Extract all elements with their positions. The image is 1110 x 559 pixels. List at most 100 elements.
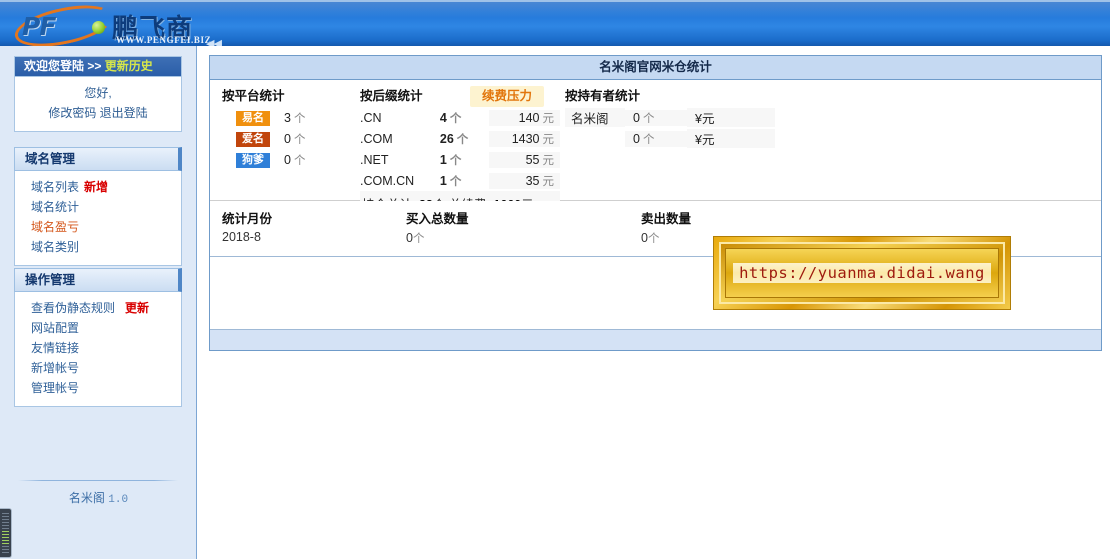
suffix-name: .CN [360, 110, 382, 125]
sidebar-item-manage-account[interactable]: 管理帐号 [15, 378, 181, 398]
suffix-fee-value: 55 [525, 152, 540, 167]
app-version: 1.0 [108, 494, 129, 506]
holder-amount-value: ¥ [695, 112, 702, 126]
sidebar-item-domain-stats[interactable]: 域名统计 [15, 197, 181, 217]
platform-stats-column: 按平台统计 易名 3个 爱名 0个 狗爹 0 个 [222, 80, 362, 170]
page-title: 名米阁官网米仓统计 [210, 56, 1101, 80]
suffix-count-unit: 个 [449, 175, 462, 188]
page-body: 欢迎您登陆 >> 更新历史 您好, 修改密码 退出登陆 域名管理 域名列表 新增 … [0, 46, 1110, 559]
change-password-link[interactable]: 修改密码 [48, 106, 96, 120]
grip-green-lines-icon [2, 531, 9, 545]
suffix-count-unit: 个 [456, 133, 469, 146]
month-header: 统计月份 [222, 212, 273, 226]
platform-count-value: 0 [284, 152, 291, 167]
platform-count: 0个 [270, 131, 330, 147]
suffix-fee-unit: 元 [542, 154, 555, 167]
platform-count-value: 3 [284, 110, 291, 125]
suffix-count: 26 个 [440, 131, 489, 147]
edge-drag-handle[interactable] [0, 508, 12, 558]
greeting-text: 您好, [84, 86, 112, 100]
suffix-fee: 140 元 [489, 109, 560, 126]
buy-total-header: 买入总数量 [406, 212, 469, 226]
suffix-name: .NET [360, 152, 389, 167]
suffix-name: .COM [360, 131, 393, 146]
suffix-count-value: 1 [439, 152, 447, 167]
holder-amount-unit: 元 [701, 133, 715, 147]
section-title-operations-management: 操作管理 [25, 273, 76, 287]
table-row: 名米阁 0个 ¥元 [565, 107, 785, 128]
update-history-link[interactable]: 更新历史 [105, 59, 153, 73]
platform-count-value: 0 [284, 131, 291, 146]
suffix-fee-unit: 元 [542, 175, 555, 188]
logo-website-url: WWW.PENGFEI.BIZ [116, 35, 212, 45]
logout-link[interactable]: 退出登陆 [100, 106, 148, 120]
section-title-domain-management: 域名管理 [25, 152, 76, 166]
sidebar-item-add-account[interactable]: 新增帐号 [15, 358, 181, 378]
month-value: 2018-8 [222, 230, 261, 244]
sidebar-item-label: 网站配置 [31, 321, 80, 335]
holder-amount-unit: 元 [701, 112, 715, 126]
buy-total-unit: 个 [412, 233, 425, 245]
table-row: .COM.CN 1个 35 元 [360, 170, 560, 191]
section-header-domain-management[interactable]: 域名管理 [14, 147, 182, 171]
watermark-frame-outer: https://yuanma.didai.wang [719, 242, 1005, 304]
sell-total-unit: 个 [647, 233, 660, 245]
holder-count: 0个 [625, 109, 687, 126]
sidebar-item-site-config[interactable]: 网站配置 [15, 318, 181, 338]
suffix-stats-column: 按后缀统计 续费压力 .CN 4个 140 元 .COM 26 个 1430 元 .N… [360, 80, 560, 215]
suffix-count-value: 1 [439, 173, 447, 188]
sidebar-footer: 名米阁 1.0 [0, 489, 197, 506]
holder-count-value: 0 [633, 131, 640, 146]
platform-badge-yiming[interactable]: 易名 [236, 110, 270, 126]
logo-green-dot-icon [92, 21, 105, 34]
platform-badge-goudie[interactable]: 狗爹 [236, 152, 270, 168]
suffix-name: .COM.CN [360, 173, 415, 188]
sidebar-item-domain-category[interactable]: 域名类别 [15, 237, 181, 257]
sidebar-item-label: 域名列表 [31, 180, 80, 194]
buy-total-value: 0个 [406, 230, 424, 246]
badge-new: 新增 [84, 180, 109, 194]
welcome-title: 欢迎您登陆 [24, 59, 85, 73]
sidebar-item-domain-list[interactable]: 域名列表 新增 [15, 177, 181, 197]
site-logo[interactable]: PF 鹏飞商务 WWW.PENGFEI.BIZ [8, 2, 212, 46]
section-header-operations-management[interactable]: 操作管理 [14, 268, 182, 292]
suffix-fee: 55 元 [489, 151, 560, 168]
table-row: .COM 26 个 1430 元 [360, 128, 560, 149]
platform-count-unit: 个 [293, 133, 306, 146]
sidebar-item-domain-profit-loss[interactable]: 域名盈亏 [15, 217, 181, 237]
table-row: 爱名 0个 [222, 128, 362, 149]
stats-region: 按平台统计 易名 3个 爱名 0个 狗爹 0 个 按后缀统计 续费压力 .CN … [210, 80, 1101, 215]
table-row: 易名 3个 [222, 107, 362, 128]
main-panel-footer-bar [210, 329, 1101, 350]
suffix-fee-unit: 元 [542, 133, 555, 146]
suffix-count-value: 26 [439, 131, 454, 146]
buy-total-number: 0 [406, 231, 413, 245]
suffix-count: 4个 [440, 110, 489, 126]
platform-badge-aiming[interactable]: 爱名 [236, 131, 270, 147]
holder-amount-value: ¥ [695, 133, 702, 147]
suffix-fee-value: 35 [525, 173, 540, 188]
sidebar-item-label: 查看伪静态规则 [31, 301, 116, 315]
section-list-domain-management: 域名列表 新增 域名统计 域名盈亏 域名类别 [14, 171, 182, 266]
platform-stats-header: 按平台统计 [222, 89, 285, 103]
platform-count-unit: 个 [293, 112, 306, 125]
sell-total-header: 卖出数量 [641, 212, 692, 226]
suffix-fee-value: 140 [518, 110, 540, 125]
watermark-overlay: https://yuanma.didai.wang [713, 236, 1011, 310]
collapse-sidebar-arrows-icon[interactable]: ◀◀ [206, 39, 222, 47]
holder-amount: ¥元 [687, 129, 775, 148]
sell-total-value: 0个 [641, 230, 659, 246]
sidebar-item-label: 域名盈亏 [31, 220, 80, 234]
sidebar-divider [18, 480, 178, 481]
sidebar-item-rewrite-rules[interactable]: 查看伪静态规则 更新 [15, 298, 181, 318]
suffix-count-unit: 个 [449, 154, 462, 167]
holder-name: 名米阁 [565, 108, 625, 127]
sell-total-number: 0 [641, 231, 648, 245]
holder-amount: ¥元 [687, 108, 775, 127]
sidebar-item-label: 新增帐号 [31, 361, 80, 375]
renewal-pressure-header: 续费压力 [470, 86, 544, 107]
suffix-stats-header: 按后缀统计 [360, 89, 423, 103]
sidebar-item-friendly-links[interactable]: 友情链接 [15, 338, 181, 358]
suffix-count: 1个 [440, 173, 489, 189]
badge-update: 更新 [125, 301, 150, 315]
